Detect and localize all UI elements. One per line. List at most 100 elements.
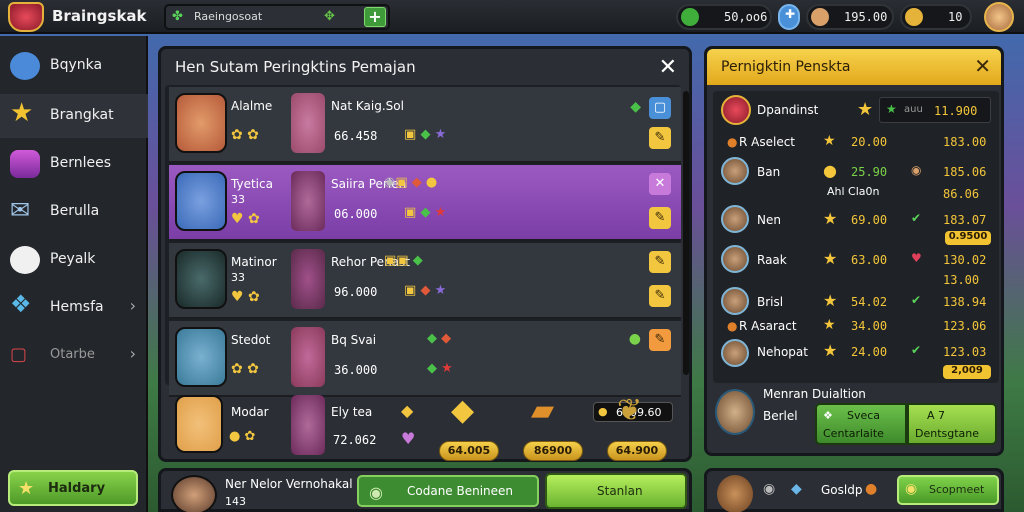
button-label: Sveca [847,409,881,422]
row-right-value: 130.02 [943,253,987,267]
star-icon: ★ [18,478,35,499]
reward-badge: 64.900 [607,441,667,461]
search-input[interactable]: ✤ Raeingosoat ✥ + [164,4,390,30]
row-title: Nat Kaig.Sol [331,99,404,113]
sidebar-item-bqynka[interactable]: Bqynka [0,44,148,88]
list-item[interactable]: Ban ● 25.90 ◉ 185.06 Ahl Cla0n 86.06 [717,157,995,201]
row-value: 25.90 [851,165,888,179]
table-row[interactable]: Stedot ✿ ✿ Bq Svai 36.000 ◆ ◆ ◆ ★ ✎ ● [169,321,681,397]
coin-icon: ● [727,319,738,333]
profile-avatar[interactable] [984,2,1014,32]
info-button[interactable]: ▢ [649,97,671,119]
close-icon[interactable]: ✕ [649,173,671,195]
gems-icon: ◆ ◆ [427,331,452,346]
scrollbar[interactable] [683,91,689,375]
sidebar-item-peyalk[interactable]: Peyalk [0,238,148,282]
value-tag: 2,009 [943,365,991,379]
heart-icon: ♥ [911,251,922,265]
button-label: Stanlan [597,484,643,498]
button-sublabel: Centarlaite [823,427,884,440]
edit-button[interactable]: ✎ [649,329,671,351]
button-sublabel: Dentsgtane [915,427,980,440]
row-title: Bq Svai [331,333,377,347]
avatar [721,157,749,185]
sidebar-item-bernlees[interactable]: Bernlees [0,142,148,186]
sidebar-item-berulla[interactable]: ✉ Berulla [0,190,148,234]
row-right-value: 138.94 [943,295,987,309]
codane-button[interactable]: ◉ Codane Benineen [357,475,539,507]
table-row[interactable]: Tyetica 33 ♥ ✿ Saiira Perien 06.000 ◉▣ ◆… [169,165,681,241]
edit-button[interactable]: ✎ [649,251,671,273]
ranking-list: Alalme ✿ ✿ Nat Kaig.Sol 66.458 ▣ ◆ ★ ▢ ✎… [165,85,681,397]
player-name: Tyetica [231,177,273,191]
sveca-button[interactable]: ❖ Sveca Centarlaite [815,403,907,445]
table-row[interactable]: Matinor 33 ♥ ✿ Rehor Penast 96.000 ▣▣ ◆ … [169,243,681,319]
sidebar-item-label: Peyalk [50,251,96,267]
table-row[interactable]: Alalme ✿ ✿ Nat Kaig.Sol 66.458 ▣ ◆ ★ ▢ ✎… [169,87,681,163]
row-score: 72.062 [333,433,377,447]
avatar [291,327,325,387]
edit-button[interactable]: ✎ [649,285,671,307]
player-level: 33 [231,271,245,284]
row-score: 06.000 [334,207,378,221]
list-item[interactable]: ● R Asaract ★ 34.00 123.06 [717,317,995,337]
medal-icon: ♥ ✿ [231,211,260,227]
scopmeet-button[interactable]: ◉ Scopmeet [897,475,999,505]
row-right-value: 86.06 [943,187,980,201]
player-name: Alalme [231,99,273,113]
sidebar-item-hemsfa[interactable]: ❖ Hemsfa › [0,286,148,330]
list-item[interactable]: Raak ★ 63.00 ♥ 130.02 13.00 [717,241,995,287]
app-title: Braingskak [52,7,147,25]
player-name: Matinor [231,255,277,269]
ranking-panel: Hen Sutam Peringktins Pemajan ✕ Alalme ✿… [158,46,692,462]
edit-button[interactable]: ✎ [649,207,671,229]
dentsgtane-button[interactable]: A 7 Dentsgtane [907,403,997,445]
list-item[interactable]: ● R Aselect ★ 20.00 183.00 [717,133,995,153]
sidebar-item-brangkat[interactable]: ★ Brangkat [0,94,148,138]
sidebar-item-label: Bernlees [50,155,112,171]
settings-icon[interactable]: ◉ [763,481,775,497]
row-right-value: 123.03 [943,345,987,359]
chest-icon [10,150,40,178]
row-value: 11.900 [934,104,978,118]
resource-value: 195.00 [844,10,888,24]
row-extra: auu [904,104,923,115]
list-item[interactable]: Brisl ★ 54.02 ✔ 138.94 [717,283,995,319]
close-icon[interactable]: ✕ [974,54,991,78]
button-label: Codane Benineen [407,484,514,498]
row-title: Ely tea [331,405,373,419]
stanlan-button[interactable]: Stanlan [545,473,687,509]
player-icon [10,52,40,80]
close-icon[interactable]: ✕ [659,55,677,80]
chevron-right-icon: › [129,296,136,315]
settings-icon: ▢ [10,344,28,365]
avatar [175,249,227,309]
coin-icon: ● [823,161,837,180]
row-name: Ban [757,165,781,179]
add-button[interactable]: + [364,7,386,27]
row-value: 69.00 [851,213,888,227]
medal-icon: ♥ ✿ [231,289,260,305]
medal-icon: ● ✿ [229,429,256,444]
row-right-value: 183.07 [943,213,987,227]
player-level: 33 [231,193,245,206]
avatar [721,205,749,233]
panel-title: Hen Sutam Peringktins Pemajan [175,58,416,76]
gold-coin-icon [905,8,923,26]
haldary-button[interactable]: ★ Haldary [8,470,138,506]
sidebar-item-label: Hemsfa [50,299,104,315]
sidebar-item-otarbe[interactable]: ▢ Otarbe › [0,334,148,378]
row-score: 66.458 [334,129,378,143]
edit-button[interactable]: ✎ [649,127,671,149]
list-item[interactable]: Nehopat ★ 24.00 ✔ 123.03 2,009 [717,339,995,379]
list-item[interactable]: Dpandinst ★ ★ auu 11.900 [717,95,995,125]
star-icon: ★ [886,102,897,116]
star-icon: ★ [10,98,34,128]
shield-icon: ◆ [401,401,414,420]
gem-icon[interactable]: ◆ [791,481,802,497]
add-resource-button[interactable]: ✚ [778,4,800,30]
star-icon: ★ [823,209,838,228]
resource-counter-face: 195.00 [806,4,894,30]
gems-icon: ◆ ★ [427,361,453,376]
resource-counter-gold: 10 [900,4,972,30]
